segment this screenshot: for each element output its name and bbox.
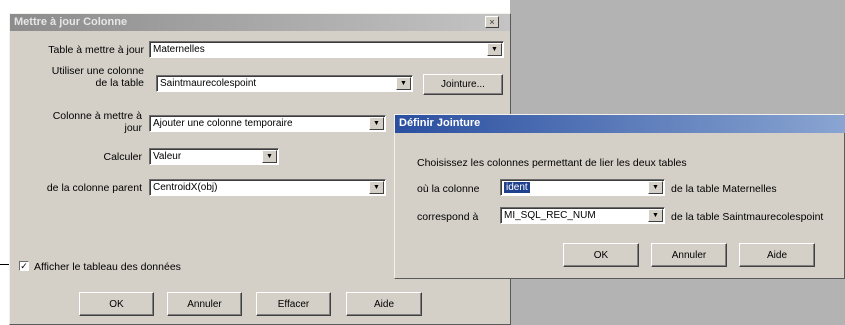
help-button[interactable]: Aide xyxy=(346,292,422,316)
use-column-select-value: Saintmaurecolespoint xyxy=(160,78,257,89)
chevron-down-icon[interactable]: ▼ xyxy=(487,43,502,56)
close-icon: × xyxy=(489,17,495,27)
clear-button[interactable]: Effacer xyxy=(256,292,331,316)
where-column-select[interactable]: ident ▼ xyxy=(500,179,665,196)
show-table-label: Afficher le tableau des données xyxy=(34,261,181,273)
use-column-label-1: Utiliser une colonne xyxy=(51,65,144,77)
table-select-value: Maternelles xyxy=(153,44,205,55)
of-table-label-2: de la table Saintmaurecolespoint xyxy=(671,211,824,223)
chevron-down-icon[interactable]: ▼ xyxy=(396,77,411,90)
column-label-1: Colonne à mettre à xyxy=(52,110,142,122)
join-cancel-button[interactable]: Annuler xyxy=(651,243,727,267)
source-column-select[interactable]: CentroidX(obj) ▼ xyxy=(149,179,386,196)
column-label-2: jour xyxy=(124,122,142,134)
ok-button[interactable]: OK xyxy=(79,292,154,316)
define-join-dialog: Définir Jointure Choisissez les colonnes… xyxy=(394,114,845,279)
checkmark-icon: ✓ xyxy=(20,261,28,271)
where-column-label: où la colonne xyxy=(417,183,480,195)
chevron-down-icon[interactable]: ▼ xyxy=(369,181,384,194)
chevron-down-icon[interactable]: ▼ xyxy=(648,181,663,194)
where-column-select-value: ident xyxy=(504,182,530,193)
calculate-label: Calculer xyxy=(103,151,142,163)
divider-line xyxy=(0,264,9,265)
table-select[interactable]: Maternelles ▼ xyxy=(149,41,504,58)
corresponds-label: correspond à xyxy=(417,211,479,223)
use-column-label-2: de la table xyxy=(95,77,144,89)
join-dialog-titlebar[interactable]: Définir Jointure xyxy=(395,115,845,133)
calculate-select-value: Valeur xyxy=(153,151,182,162)
source-column-label: de la colonne parent xyxy=(46,182,142,194)
table-label: Table à mettre à jour xyxy=(48,44,144,56)
close-button[interactable]: × xyxy=(485,16,499,28)
column-select[interactable]: Ajouter une colonne temporaire ▼ xyxy=(149,115,386,132)
join-ok-button[interactable]: OK xyxy=(563,243,639,267)
join-button[interactable]: Jointure... xyxy=(423,74,503,95)
column-select-value: Ajouter une colonne temporaire xyxy=(153,118,293,129)
dialog-titlebar[interactable]: Mettre à jour Colonne xyxy=(10,14,510,31)
join-dialog-title: Définir Jointure xyxy=(399,117,481,129)
show-table-checkbox[interactable]: ✓ xyxy=(19,261,29,271)
corresponds-select[interactable]: MI_SQL_REC_NUM ▼ xyxy=(500,207,665,224)
chevron-down-icon[interactable]: ▼ xyxy=(369,117,384,130)
use-column-select[interactable]: Saintmaurecolespoint ▼ xyxy=(156,75,413,92)
dialog-title: Mettre à jour Colonne xyxy=(14,16,128,28)
join-help-button[interactable]: Aide xyxy=(739,243,815,267)
of-table-label-1: de la table Maternelles xyxy=(671,183,777,195)
corresponds-select-value: MI_SQL_REC_NUM xyxy=(504,210,596,221)
join-instructions: Choisissez les colonnes permettant de li… xyxy=(417,157,687,169)
source-column-select-value: CentroidX(obj) xyxy=(153,182,218,193)
chevron-down-icon[interactable]: ▼ xyxy=(648,209,663,222)
calculate-select[interactable]: Valeur ▼ xyxy=(149,148,279,165)
cancel-button[interactable]: Annuler xyxy=(167,292,242,316)
chevron-down-icon[interactable]: ▼ xyxy=(262,150,277,163)
